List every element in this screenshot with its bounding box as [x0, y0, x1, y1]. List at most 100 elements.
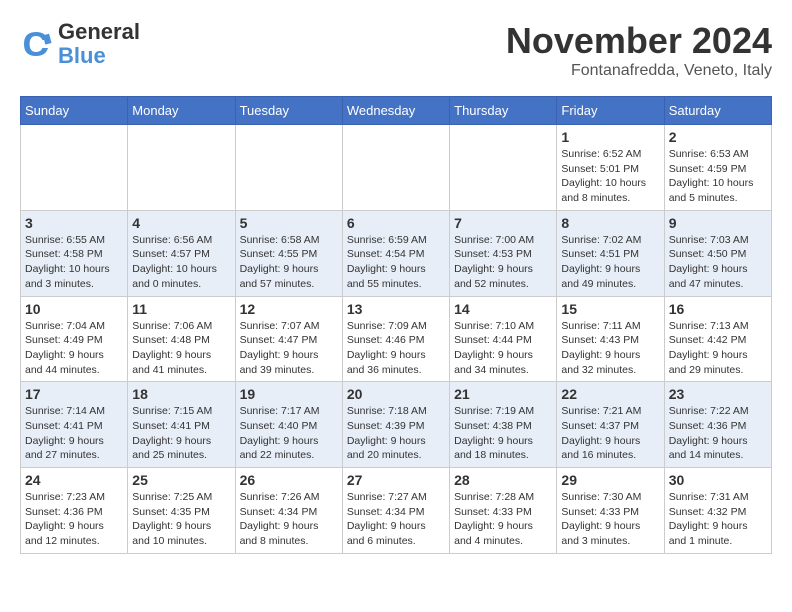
calendar-cell: 10 Sunrise: 7:04 AMSunset: 4:49 PMDayligh…	[21, 296, 128, 382]
calendar-cell: 30Sunrise: 7:31 AMSunset: 4:32 PMDayligh…	[664, 468, 771, 554]
day-info: Sunrise: 7:27 AMSunset: 4:34 PMDaylight:…	[347, 490, 445, 549]
calendar-cell: 17 Sunrise: 7:14 AMSunset: 4:41 PMDayligh…	[21, 382, 128, 468]
day-info: Sunrise: 7:26 AMSunset: 4:34 PMDaylight:…	[240, 490, 338, 549]
day-info: Sunrise: 7:17 AMSunset: 4:40 PMDaylight:…	[240, 404, 338, 463]
day-number: 23	[669, 386, 767, 402]
calendar-cell: 27 Sunrise: 7:27 AMSunset: 4:34 PMDayligh…	[342, 468, 449, 554]
header-friday: Friday	[557, 97, 664, 125]
day-number: 2	[669, 129, 767, 145]
day-info: Sunrise: 7:06 AMSunset: 4:48 PMDaylight:…	[132, 319, 230, 378]
calendar-cell	[128, 125, 235, 211]
day-info: Sunrise: 7:13 AMSunset: 4:42 PMDaylight:…	[669, 319, 767, 378]
day-number: 16	[669, 301, 767, 317]
calendar-cell: 12 Sunrise: 7:07 AMSunset: 4:47 PMDayligh…	[235, 296, 342, 382]
day-info: Sunrise: 6:55 AMSunset: 4:58 PMDaylight:…	[25, 233, 123, 292]
week-row-5: 24 Sunrise: 7:23 AMSunset: 4:36 PMDayligh…	[21, 468, 772, 554]
calendar-cell: 28 Sunrise: 7:28 AMSunset: 4:33 PMDayligh…	[450, 468, 557, 554]
day-number: 21	[454, 386, 552, 402]
header-thursday: Thursday	[450, 97, 557, 125]
calendar-header-row: SundayMondayTuesdayWednesdayThursdayFrid…	[21, 97, 772, 125]
day-info: Sunrise: 7:23 AMSunset: 4:36 PMDaylight:…	[25, 490, 123, 549]
day-number: 9	[669, 215, 767, 231]
calendar-cell: 11 Sunrise: 7:06 AMSunset: 4:48 PMDayligh…	[128, 296, 235, 382]
calendar-cell	[450, 125, 557, 211]
calendar-cell	[235, 125, 342, 211]
day-number: 17	[25, 386, 123, 402]
day-info: Sunrise: 6:56 AMSunset: 4:57 PMDaylight:…	[132, 233, 230, 292]
calendar-cell: 24 Sunrise: 7:23 AMSunset: 4:36 PMDayligh…	[21, 468, 128, 554]
day-number: 20	[347, 386, 445, 402]
calendar-cell: 7 Sunrise: 7:00 AMSunset: 4:53 PMDaylight…	[450, 210, 557, 296]
calendar-cell: 18Sunrise: 7:15 AMSunset: 4:41 PMDayligh…	[128, 382, 235, 468]
day-number: 8	[561, 215, 659, 231]
calendar-cell: 22 Sunrise: 7:21 AMSunset: 4:37 PMDayligh…	[557, 382, 664, 468]
day-number: 3	[25, 215, 123, 231]
day-number: 15	[561, 301, 659, 317]
day-number: 7	[454, 215, 552, 231]
day-number: 5	[240, 215, 338, 231]
day-number: 27	[347, 472, 445, 488]
logo-line2: Blue	[58, 44, 140, 68]
calendar-cell: 9 Sunrise: 7:03 AMSunset: 4:50 PMDaylight…	[664, 210, 771, 296]
day-number: 26	[240, 472, 338, 488]
calendar-cell: 16 Sunrise: 7:13 AMSunset: 4:42 PMDayligh…	[664, 296, 771, 382]
location: Fontanafredda, Veneto, Italy	[506, 62, 772, 80]
week-row-3: 10 Sunrise: 7:04 AMSunset: 4:49 PMDayligh…	[21, 296, 772, 382]
day-number: 25	[132, 472, 230, 488]
calendar-cell: 8 Sunrise: 7:02 AMSunset: 4:51 PMDaylight…	[557, 210, 664, 296]
calendar-cell: 23 Sunrise: 7:22 AMSunset: 4:36 PMDayligh…	[664, 382, 771, 468]
day-info: Sunrise: 7:19 AMSunset: 4:38 PMDaylight:…	[454, 404, 552, 463]
day-info: Sunrise: 7:30 AMSunset: 4:33 PMDaylight:…	[561, 490, 659, 549]
day-info: Sunrise: 7:07 AMSunset: 4:47 PMDaylight:…	[240, 319, 338, 378]
calendar-cell: 25Sunrise: 7:25 AMSunset: 4:35 PMDayligh…	[128, 468, 235, 554]
day-number: 24	[25, 472, 123, 488]
calendar-cell: 1 Sunrise: 6:52 AMSunset: 5:01 PMDaylight…	[557, 125, 664, 211]
day-info: Sunrise: 7:03 AMSunset: 4:50 PMDaylight:…	[669, 233, 767, 292]
week-row-2: 3 Sunrise: 6:55 AMSunset: 4:58 PMDaylight…	[21, 210, 772, 296]
calendar-cell: 20 Sunrise: 7:18 AMSunset: 4:39 PMDayligh…	[342, 382, 449, 468]
calendar-cell: 2Sunrise: 6:53 AMSunset: 4:59 PMDaylight…	[664, 125, 771, 211]
day-number: 12	[240, 301, 338, 317]
day-info: Sunrise: 7:11 AMSunset: 4:43 PMDaylight:…	[561, 319, 659, 378]
day-number: 22	[561, 386, 659, 402]
day-info: Sunrise: 7:21 AMSunset: 4:37 PMDaylight:…	[561, 404, 659, 463]
logo-line1: General	[58, 20, 140, 44]
header-tuesday: Tuesday	[235, 97, 342, 125]
day-number: 1	[561, 129, 659, 145]
day-info: Sunrise: 7:10 AMSunset: 4:44 PMDaylight:…	[454, 319, 552, 378]
day-number: 4	[132, 215, 230, 231]
calendar-cell: 5 Sunrise: 6:58 AMSunset: 4:55 PMDaylight…	[235, 210, 342, 296]
calendar-cell	[21, 125, 128, 211]
day-info: Sunrise: 6:58 AMSunset: 4:55 PMDaylight:…	[240, 233, 338, 292]
week-row-1: 1 Sunrise: 6:52 AMSunset: 5:01 PMDaylight…	[21, 125, 772, 211]
day-info: Sunrise: 7:22 AMSunset: 4:36 PMDaylight:…	[669, 404, 767, 463]
page-header: General Blue November 2024 Fontanafredda…	[20, 20, 772, 80]
calendar-cell: 21 Sunrise: 7:19 AMSunset: 4:38 PMDayligh…	[450, 382, 557, 468]
calendar-cell: 14Sunrise: 7:10 AMSunset: 4:44 PMDayligh…	[450, 296, 557, 382]
day-info: Sunrise: 7:14 AMSunset: 4:41 PMDaylight:…	[25, 404, 123, 463]
day-number: 11	[132, 301, 230, 317]
calendar-cell: 26 Sunrise: 7:26 AMSunset: 4:34 PMDayligh…	[235, 468, 342, 554]
calendar-cell: 29Sunrise: 7:30 AMSunset: 4:33 PMDayligh…	[557, 468, 664, 554]
logo: General Blue	[20, 20, 140, 68]
day-info: Sunrise: 7:28 AMSunset: 4:33 PMDaylight:…	[454, 490, 552, 549]
week-row-4: 17 Sunrise: 7:14 AMSunset: 4:41 PMDayligh…	[21, 382, 772, 468]
day-info: Sunrise: 6:52 AMSunset: 5:01 PMDaylight:…	[561, 147, 659, 206]
day-number: 13	[347, 301, 445, 317]
header-monday: Monday	[128, 97, 235, 125]
day-number: 28	[454, 472, 552, 488]
day-info: Sunrise: 7:15 AMSunset: 4:41 PMDaylight:…	[132, 404, 230, 463]
day-number: 10	[25, 301, 123, 317]
day-info: Sunrise: 7:00 AMSunset: 4:53 PMDaylight:…	[454, 233, 552, 292]
day-info: Sunrise: 7:02 AMSunset: 4:51 PMDaylight:…	[561, 233, 659, 292]
calendar-cell: 13Sunrise: 7:09 AMSunset: 4:46 PMDayligh…	[342, 296, 449, 382]
day-info: Sunrise: 7:18 AMSunset: 4:39 PMDaylight:…	[347, 404, 445, 463]
day-info: Sunrise: 7:04 AMSunset: 4:49 PMDaylight:…	[25, 319, 123, 378]
day-info: Sunrise: 7:31 AMSunset: 4:32 PMDaylight:…	[669, 490, 767, 549]
day-info: Sunrise: 6:59 AMSunset: 4:54 PMDaylight:…	[347, 233, 445, 292]
header-wednesday: Wednesday	[342, 97, 449, 125]
calendar-table: SundayMondayTuesdayWednesdayThursdayFrid…	[20, 96, 772, 554]
title-area: November 2024 Fontanafredda, Veneto, Ita…	[506, 20, 772, 80]
calendar-cell	[342, 125, 449, 211]
day-number: 6	[347, 215, 445, 231]
